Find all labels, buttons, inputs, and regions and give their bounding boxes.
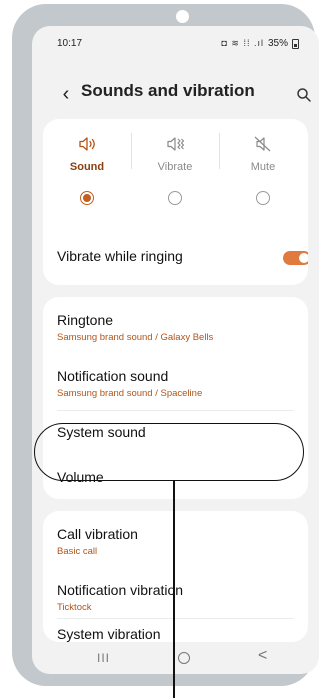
list-item-system-vibration[interactable]: System vibration — [43, 619, 308, 642]
sound-mode-option-mute[interactable]: Mute — [219, 119, 307, 219]
list-item-ringtone[interactable]: Ringtone Samsung brand sound / Galaxy Be… — [43, 297, 308, 353]
list-item-subtitle: Basic call — [57, 546, 98, 557]
list-item-subtitle: Samsung brand sound / Galaxy Bells — [57, 332, 214, 343]
vibration-settings-card: Call vibration Basic call Notification v… — [43, 511, 308, 642]
list-item-notification-vibration[interactable]: Notification vibration Ticktock — [43, 567, 308, 619]
list-item-notification-sound[interactable]: Notification sound Samsung brand sound /… — [43, 353, 308, 409]
list-item-call-vibration[interactable]: Call vibration Basic call — [43, 511, 308, 563]
recent-apps-button[interactable]: III — [97, 651, 110, 665]
sound-mode-option-sound[interactable]: Sound — [43, 119, 131, 219]
battery-percentage: 35% — [267, 38, 288, 49]
list-item-title: Notification sound — [57, 368, 169, 384]
status-icons: ◘ ≋ ⁞⁞ .ıl — [221, 38, 264, 48]
vibrate-while-ringing-row[interactable]: Vibrate while ringing — [43, 229, 308, 285]
volume-highlight-callout — [34, 423, 304, 481]
list-item-subtitle: Ticktock — [57, 602, 92, 613]
callout-pointer-line — [173, 481, 175, 698]
status-time: 10:17 — [57, 38, 83, 49]
list-item-title: Ringtone — [57, 312, 114, 328]
sound-mode-option-vibrate[interactable]: Vibrate — [131, 119, 219, 219]
chevron-left-icon[interactable]: ‹ — [58, 84, 74, 104]
vibrate-while-ringing-label: Vibrate while ringing — [57, 248, 183, 264]
home-button[interactable] — [178, 652, 190, 664]
sound-mode-radio-vibrate[interactable] — [168, 191, 182, 205]
mute-icon — [254, 136, 271, 152]
sound-mode-radio-mute[interactable] — [256, 191, 270, 205]
list-item-title: System vibration — [57, 626, 161, 642]
sound-mode-radio-sound[interactable] — [80, 191, 94, 205]
status-indicators: ◘ ≋ ⁞⁞ .ıl 35% — [221, 38, 299, 49]
page-title: Sounds and vibration — [81, 81, 255, 100]
list-item-title: Call vibration — [57, 526, 138, 542]
phone-frame: 10:17 ◘ ≋ ⁞⁞ .ıl 35% ‹ Sounds and vibrat… — [12, 4, 319, 686]
vibrate-while-ringing-toggle[interactable] — [283, 251, 308, 265]
sound-mode-card: Sound Vibrate Mute Vibrate while ringing — [43, 119, 308, 285]
app-header: ‹ Sounds and vibration — [32, 78, 319, 110]
status-bar: 10:17 ◘ ≋ ⁞⁞ .ıl 35% — [32, 26, 319, 58]
sound-mode-label-sound: Sound — [69, 161, 105, 173]
sound-mode-label-mute: Mute — [250, 161, 276, 173]
navigation-bar: III < — [32, 644, 319, 674]
list-item-title: Notification vibration — [57, 582, 184, 598]
front-camera — [176, 10, 189, 23]
list-item-subtitle: Samsung brand sound / Spaceline — [57, 388, 203, 399]
back-button[interactable]: < — [258, 647, 267, 665]
search-icon[interactable] — [296, 87, 312, 103]
battery-icon — [292, 38, 299, 49]
vibrate-icon — [167, 137, 185, 151]
speaker-icon — [79, 137, 95, 151]
phone-screen: 10:17 ◘ ≋ ⁞⁞ .ıl 35% ‹ Sounds and vibrat… — [32, 26, 319, 674]
sound-mode-label-vibrate: Vibrate — [157, 161, 193, 173]
